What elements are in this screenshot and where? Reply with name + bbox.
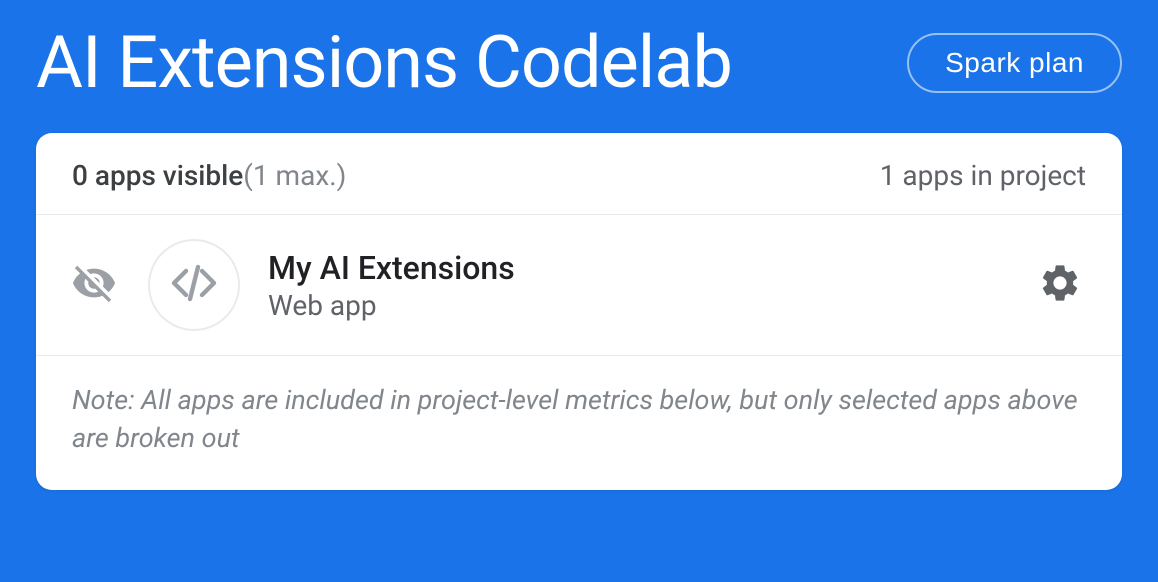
gear-icon xyxy=(1038,261,1082,309)
apps-visible-count: 0 apps visible xyxy=(72,159,243,192)
page-header: AI Extensions Codelab Spark plan xyxy=(0,0,1158,133)
plan-button[interactable]: Spark plan xyxy=(907,33,1122,93)
app-info: My AI Extensions Web app xyxy=(268,249,1034,322)
page-title: AI Extensions Codelab xyxy=(36,20,732,105)
visibility-toggle[interactable] xyxy=(66,257,122,313)
card-header: 0 apps visible(1 max.) 1 apps in project xyxy=(36,133,1122,215)
app-type: Web app xyxy=(268,289,1034,322)
app-settings-button[interactable] xyxy=(1034,259,1086,311)
apps-visible-label: 0 apps visible(1 max.) xyxy=(72,159,346,192)
metrics-note: Note: All apps are included in project-l… xyxy=(36,356,1122,490)
app-platform-icon-circle xyxy=(148,239,240,331)
apps-card: 0 apps visible(1 max.) 1 apps in project… xyxy=(36,133,1122,490)
code-icon xyxy=(170,259,218,311)
app-name: My AI Extensions xyxy=(268,249,1034,287)
app-row: My AI Extensions Web app xyxy=(36,215,1122,356)
apps-in-project-label: 1 apps in project xyxy=(880,159,1086,192)
apps-max-text: (1 max.) xyxy=(243,159,346,192)
eye-off-icon xyxy=(71,260,117,310)
